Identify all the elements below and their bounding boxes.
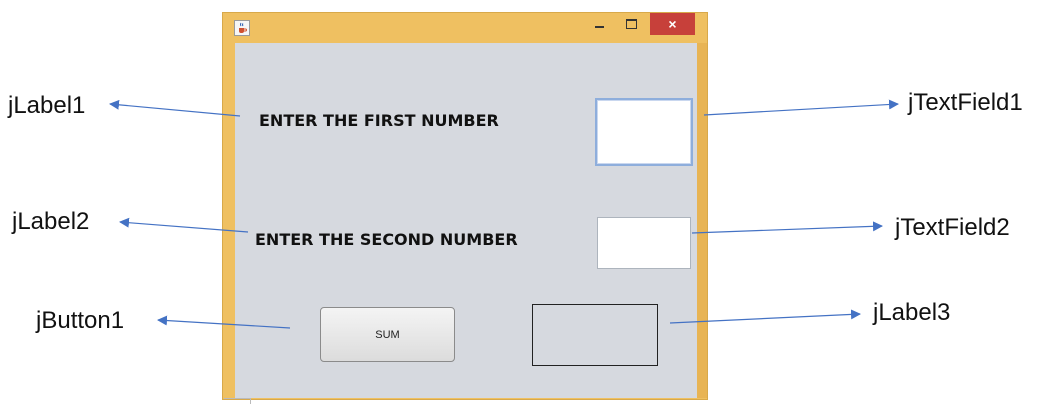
maximize-icon [625,19,637,29]
annotation-jbutton1: jButton1 [36,307,125,334]
annotation-jlabel2: jLabel2 [12,208,90,235]
maximize-button[interactable] [618,13,644,35]
sum-button[interactable]: SUM [320,307,455,362]
window-edge [697,43,707,398]
app-window: × ENTER THE FIRST NUMBER ENTER THE SECON… [222,12,708,400]
annotation-jtextfield2: jTextField2 [895,214,1010,241]
annotation-jlabel1: jLabel1 [8,92,86,119]
title-bar[interactable]: × [223,13,707,43]
annotation-jtextfield1: jTextField1 [908,89,1023,116]
arrow-jtextfield2 [691,221,883,234]
first-number-field[interactable] [595,98,693,166]
result-label [532,304,658,366]
annotation-jlabel3: jLabel3 [873,299,951,326]
arrow-jtextfield1 [703,99,899,116]
close-icon: × [668,16,677,32]
minimize-icon [594,26,604,28]
arrow-jlabel1 [109,99,241,117]
minimize-button[interactable] [586,13,612,35]
second-number-label: ENTER THE SECOND NUMBER [255,230,518,249]
first-number-label: ENTER THE FIRST NUMBER [259,111,499,130]
background-window-edge [224,398,251,404]
java-cup-icon [234,20,250,36]
close-button[interactable]: × [650,13,695,35]
content-pane: ENTER THE FIRST NUMBER ENTER THE SECOND … [235,43,697,398]
second-number-field[interactable] [597,217,691,269]
